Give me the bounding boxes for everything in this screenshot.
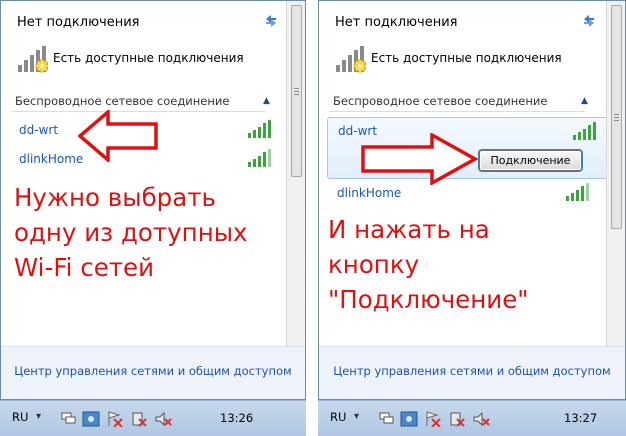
taskbar-tray: RU ▾ 13:27 <box>318 400 626 436</box>
volume-icon[interactable] <box>154 411 172 427</box>
scrollbar[interactable] <box>606 1 625 346</box>
network-tray-icon[interactable] <box>400 411 418 427</box>
wireless-section-header: Беспроводное сетевое соединение <box>15 94 230 108</box>
language-indicator[interactable]: RU <box>12 410 28 424</box>
available-connections-label: Есть доступные подключения <box>371 51 562 65</box>
connect-button[interactable]: Подключение <box>479 150 582 171</box>
footer: Центр управления сетями и общим доступом <box>319 346 625 399</box>
scroll-thumb[interactable] <box>611 5 622 229</box>
wireless-section-header: Беспроводное сетевое соединение <box>333 94 548 108</box>
network-name: dlinkHome <box>337 186 402 200</box>
action-center-icon[interactable] <box>424 411 442 427</box>
network-flyout-right: Нет подключения Есть доступные подключен… <box>318 0 626 400</box>
scroll-thumb[interactable] <box>291 5 302 177</box>
available-connections-label: Есть доступные подключения <box>53 51 244 65</box>
network-available-icon <box>18 46 48 73</box>
flag-icon[interactable] <box>378 411 396 427</box>
chevron-up-icon[interactable]: ▲ <box>263 96 270 106</box>
power-icon[interactable] <box>130 411 148 427</box>
wifi-signal-icon <box>248 120 271 138</box>
action-center-icon[interactable] <box>106 411 124 427</box>
language-indicator[interactable]: RU <box>330 410 346 424</box>
section-divider <box>329 111 585 112</box>
network-center-link[interactable]: Центр управления сетями и общим доступом <box>1 364 305 378</box>
annotation-line: Нужно выбрать <box>14 183 216 212</box>
red-arrow-icon <box>78 110 158 162</box>
clock[interactable]: 13:27 <box>564 411 597 425</box>
power-icon[interactable] <box>448 411 466 427</box>
network-name: dd-wrt <box>19 123 59 137</box>
annotation-line: одну из дотупных <box>14 218 248 247</box>
red-arrow-icon <box>361 133 478 185</box>
annotation-text: И нажать на кнопку "Подключение" <box>328 212 529 317</box>
wifi-signal-icon <box>573 122 596 140</box>
footer: Центр управления сетями и общим доступом <box>1 346 305 399</box>
scrollbar[interactable] <box>286 1 305 346</box>
wifi-signal-icon <box>566 183 589 201</box>
network-center-link[interactable]: Центр управления сетями и общим доступом <box>319 364 625 378</box>
language-caret-icon[interactable]: ▾ <box>36 411 41 422</box>
connection-status: Нет подключения <box>335 15 458 30</box>
chevron-up-icon[interactable]: ▲ <box>581 96 588 106</box>
annotation-line: кнопку <box>328 250 420 279</box>
language-caret-icon[interactable]: ▾ <box>354 411 359 422</box>
taskbar-tray: RU ▾ 13:26 <box>0 400 306 436</box>
network-name: dlinkHome <box>19 152 84 166</box>
network-available-icon <box>336 46 366 73</box>
volume-icon[interactable] <box>472 411 490 427</box>
network-tray-icon[interactable] <box>82 411 100 427</box>
annotation-line: "Подключение" <box>328 285 529 314</box>
refresh-icon[interactable] <box>263 13 279 29</box>
clock[interactable]: 13:26 <box>220 411 253 425</box>
annotation-line: Wi-Fi сетей <box>14 253 155 282</box>
connection-status: Нет подключения <box>17 15 140 30</box>
refresh-icon[interactable] <box>581 13 597 29</box>
annotation-text: Нужно выбрать одну из дотупных Wi-Fi сет… <box>14 180 248 285</box>
wifi-signal-icon <box>248 149 271 167</box>
flag-icon[interactable] <box>60 411 78 427</box>
annotation-line: И нажать на <box>328 215 490 244</box>
